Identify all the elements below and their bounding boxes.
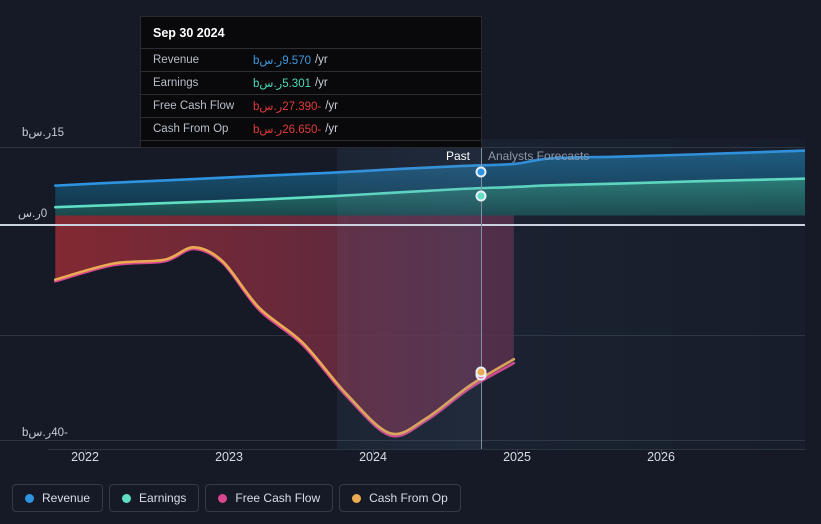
tooltip-row-free-cash-flow: Free Cash Flow -27.390ر.سb /yr <box>141 94 481 117</box>
y-axis-label-0: 0ر.س <box>18 208 48 220</box>
forecast-band <box>481 139 805 450</box>
forecast-label: Analysts Forecasts <box>488 149 590 163</box>
legend-dot-earnings <box>122 493 132 503</box>
tooltip-value-earnings: 5.301ر.سb <box>253 78 311 90</box>
tooltip-label-earnings: Earnings <box>153 77 199 89</box>
legend: Revenue Earnings Free Cash Flow Cash Fro… <box>12 484 461 512</box>
marker-cash-from-op[interactable] <box>475 366 487 378</box>
tooltip-row-revenue: Revenue 9.570ر.سb /yr <box>141 48 481 71</box>
tooltip-title: Sep 30 2024 <box>153 26 225 40</box>
legend-label-revenue: Revenue <box>42 491 91 505</box>
legend-label-free-cash-flow: Free Cash Flow <box>235 491 321 505</box>
tooltip-row-cash-from-op: Cash From Op -26.650ر.سb /yr <box>141 117 481 140</box>
legend-dot-cash-from-op <box>352 493 362 503</box>
legend-dot-free-cash-flow <box>218 493 228 503</box>
legend-label-cash-from-op: Cash From Op <box>369 491 448 505</box>
x-axis-line <box>48 449 805 450</box>
tooltip-value-revenue: 9.570ر.سb <box>253 55 311 67</box>
recent-period-band <box>337 139 481 450</box>
tooltip-unit-free-cash-flow: /yr <box>325 100 339 112</box>
tooltip-unit-revenue: /yr <box>314 54 328 66</box>
y-axis-label-15b: 15ر.سb <box>22 127 64 139</box>
legend-item-earnings[interactable]: Earnings <box>109 484 200 512</box>
legend-dot-revenue <box>25 493 34 503</box>
tooltip-unit-cash-from-op: /yr <box>325 123 339 135</box>
tooltip-label-free-cash-flow: Free Cash Flow <box>153 100 235 112</box>
tooltip-label-cash-from-op: Cash From Op <box>153 123 229 135</box>
legend-label-earnings: Earnings <box>139 491 187 505</box>
marker-earnings[interactable] <box>475 190 487 202</box>
tooltip-label-revenue: Revenue <box>153 54 200 66</box>
tooltip-row-earnings: Earnings 5.301ر.سb /yr <box>141 71 481 94</box>
tooltip-value-cash-from-op: -26.650ر.سb <box>253 124 322 136</box>
legend-item-free-cash-flow[interactable]: Free Cash Flow <box>205 484 334 512</box>
tooltip-value-free-cash-flow: -27.390ر.سb <box>253 101 322 113</box>
tooltip: Sep 30 2024 Revenue 9.570ر.سb /yr Earnin… <box>140 16 482 148</box>
y-axis-label-neg40b: -40ر.سb <box>22 427 68 439</box>
tooltip-footer <box>141 140 481 147</box>
x-axis-label-2026: 2026 <box>647 450 675 464</box>
tooltip-unit-earnings: /yr <box>314 77 328 89</box>
marker-revenue[interactable] <box>475 166 487 178</box>
legend-item-revenue[interactable]: Revenue <box>12 484 104 512</box>
zero-line <box>0 224 805 226</box>
x-axis-label-2023: 2023 <box>215 450 243 464</box>
x-axis-label-2024: 2024 <box>359 450 387 464</box>
x-axis-label-2022: 2022 <box>71 450 99 464</box>
financial-chart: Past Analysts Forecasts 15ر.سb 0ر.س -40ر… <box>0 0 821 524</box>
past-label: Past <box>446 149 471 163</box>
x-axis-label-2025: 2025 <box>503 450 531 464</box>
legend-item-cash-from-op[interactable]: Cash From Op <box>339 484 461 512</box>
